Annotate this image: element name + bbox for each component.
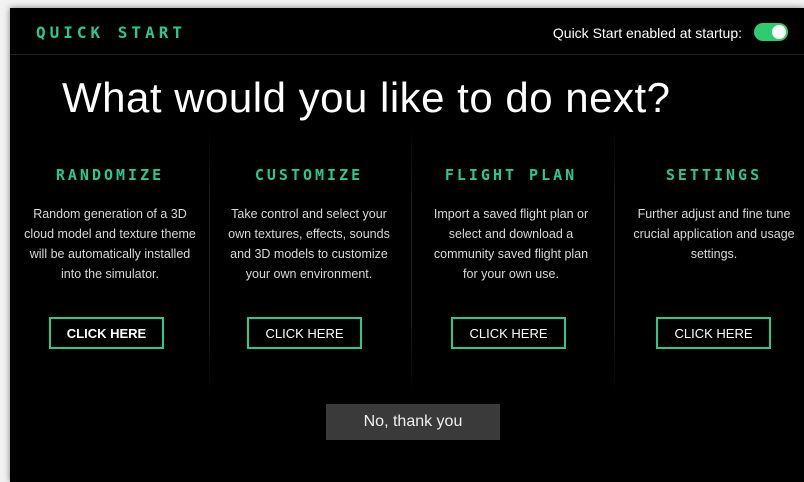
option-title: FLIGHT PLAN: [444, 166, 578, 184]
options-panel: RANDOMIZE Random generation of a 3D clou…: [10, 126, 804, 396]
startup-toggle-label: Quick Start enabled at startup:: [552, 25, 742, 41]
option-title: RANDOMIZE: [55, 166, 165, 184]
quick-start-window: QUICK START Quick Start enabled at start…: [10, 8, 804, 482]
title-bar: QUICK START Quick Start enabled at start…: [10, 8, 804, 55]
app-title: QUICK START: [36, 23, 186, 42]
toggle-knob: [772, 25, 786, 39]
option-title: SETTINGS: [665, 166, 763, 184]
randomize-click-here-button[interactable]: CLICK HERE: [49, 317, 164, 349]
option-description: Import a saved flight plan or select and…: [433, 207, 589, 281]
startup-toggle[interactable]: [754, 23, 788, 41]
customize-click-here-button[interactable]: CLICK HERE: [247, 317, 362, 349]
option-randomize: RANDOMIZE Random generation of a 3D clou…: [10, 126, 210, 396]
no-thank-you-button[interactable]: No, thank you: [326, 404, 500, 440]
option-description: Random generation of a 3D cloud model an…: [24, 207, 196, 281]
option-description: Further adjust and fine tune crucial app…: [633, 207, 795, 261]
option-flight-plan: FLIGHT PLAN Import a saved flight plan o…: [411, 126, 611, 396]
page-headline: What would you like to do next?: [62, 74, 671, 121]
option-customize: CUSTOMIZE Take control and select your o…: [209, 126, 409, 396]
option-settings: SETTINGS Further adjust and fine tune cr…: [614, 126, 804, 396]
settings-click-here-button[interactable]: CLICK HERE: [656, 317, 771, 349]
option-description: Take control and select your own texture…: [228, 207, 390, 281]
flight-plan-click-here-button[interactable]: CLICK HERE: [451, 317, 566, 349]
option-title: CUSTOMIZE: [254, 166, 364, 184]
